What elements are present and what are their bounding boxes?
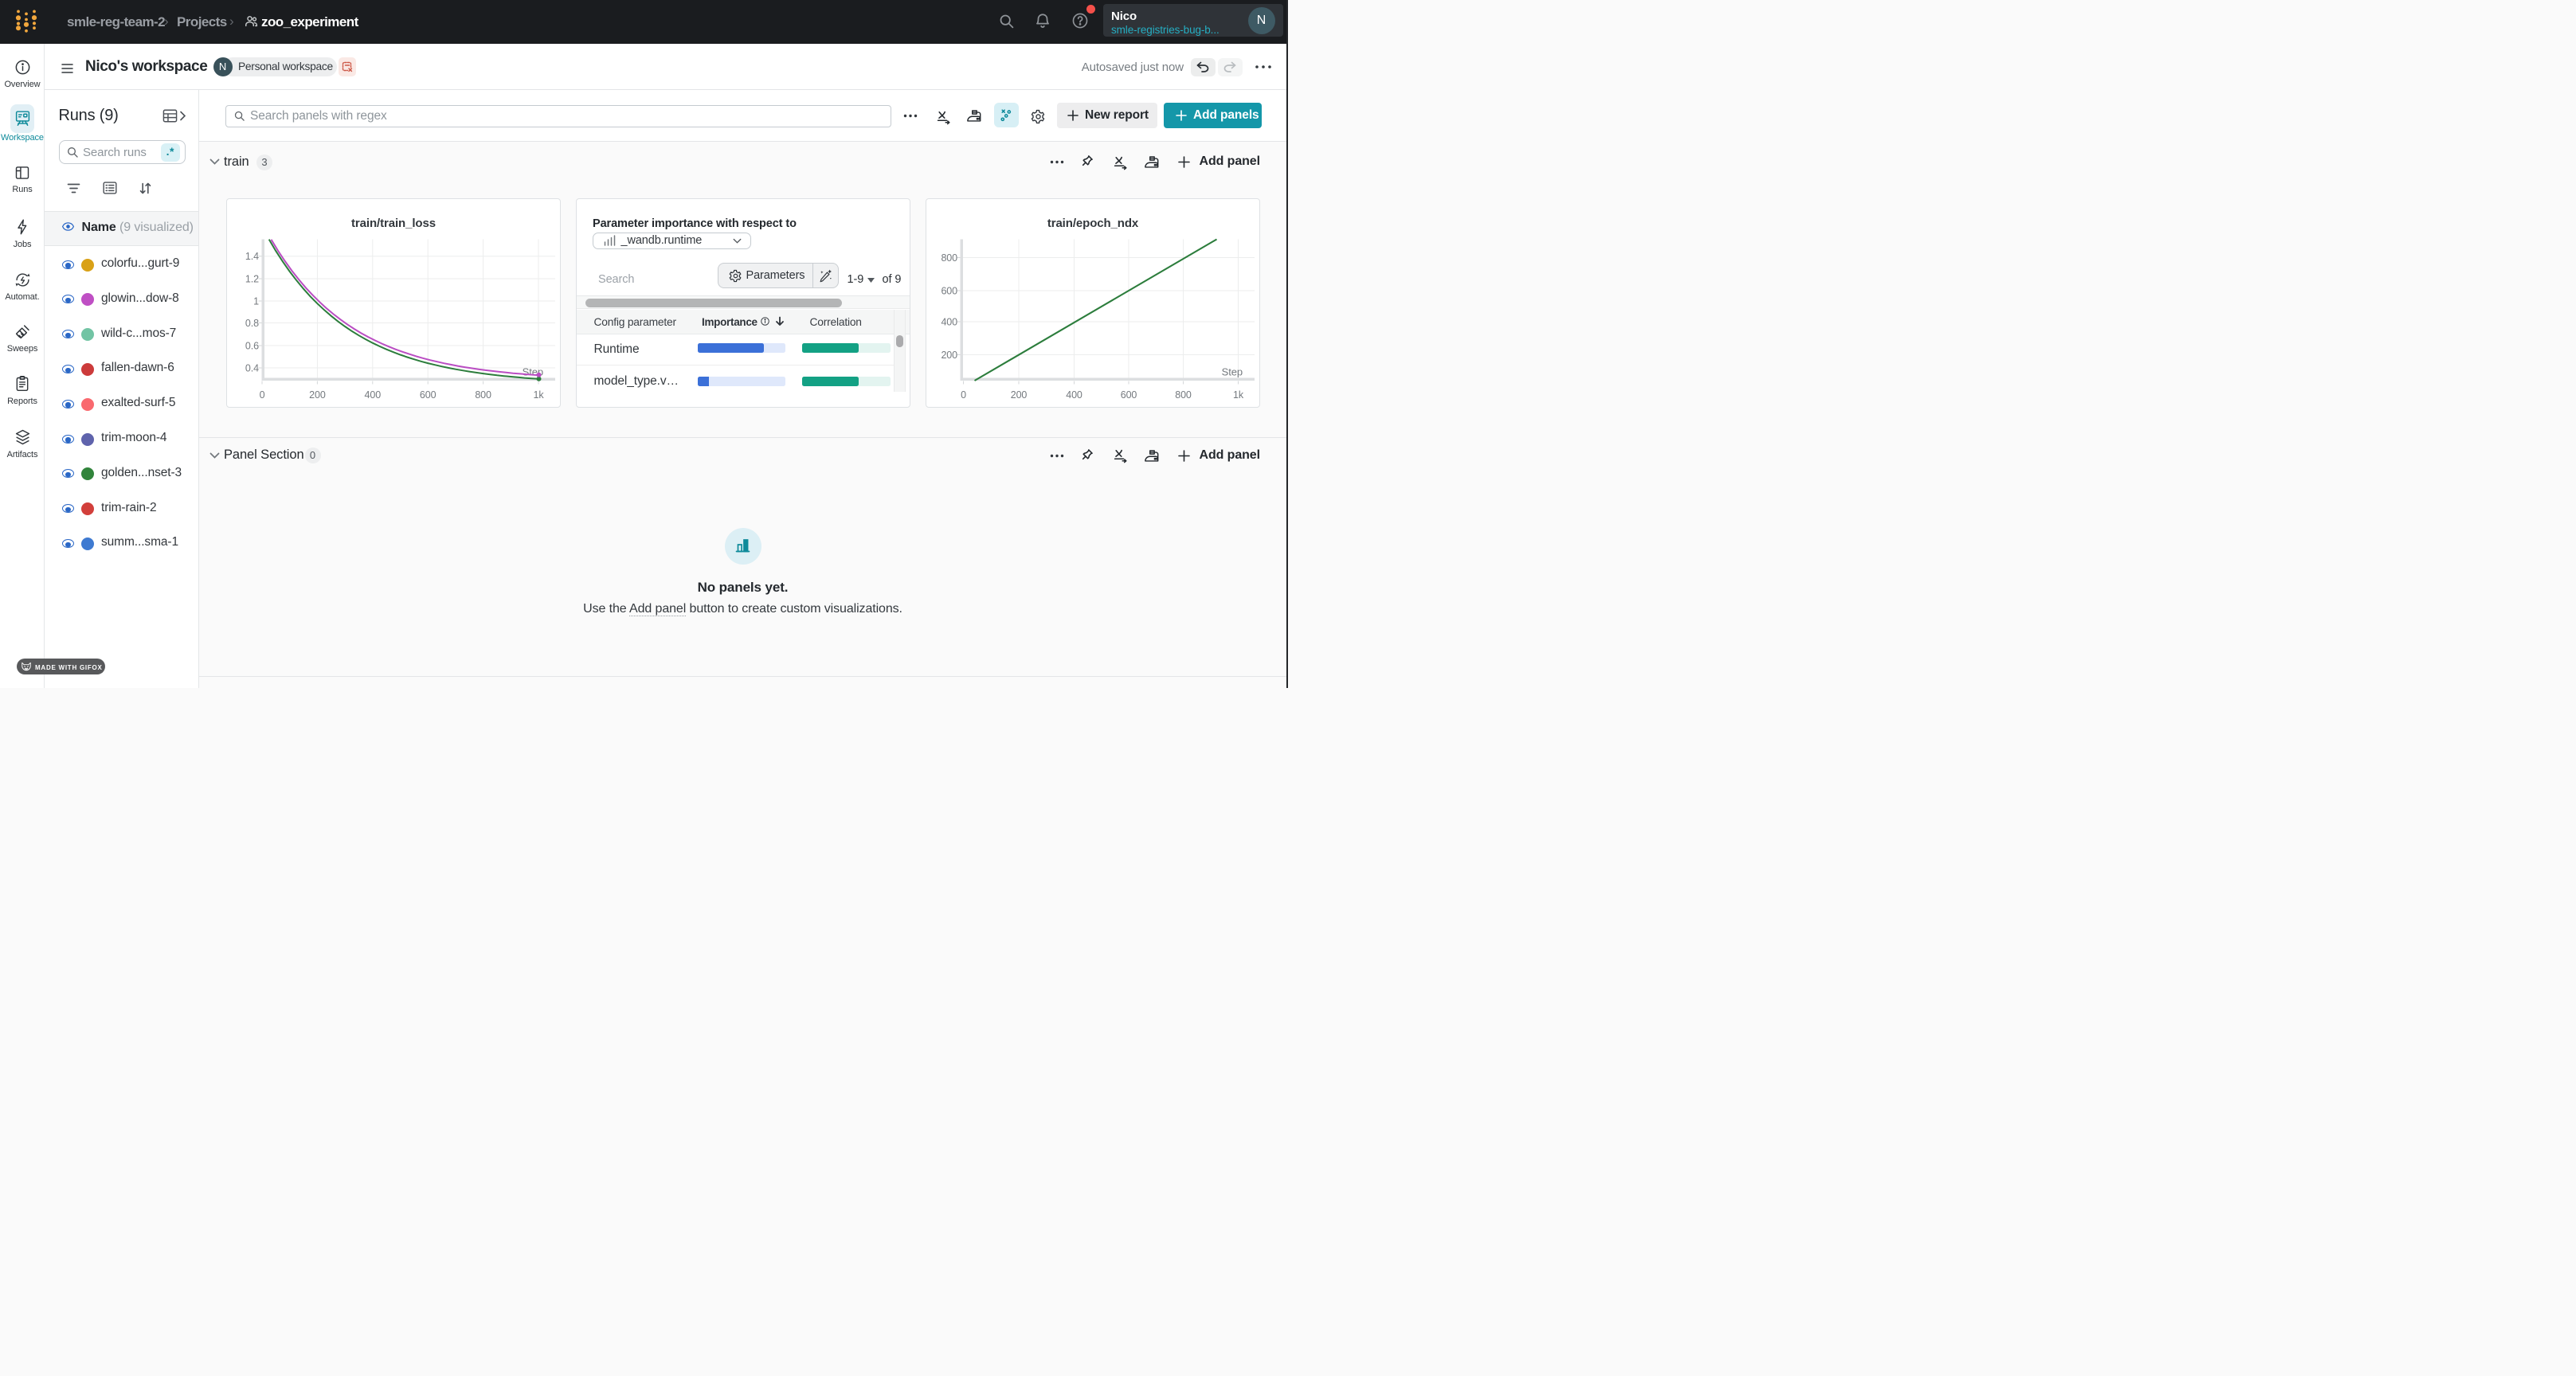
- svg-text:0.8: 0.8: [245, 318, 258, 329]
- svg-text:1k: 1k: [533, 389, 544, 401]
- svg-text:200: 200: [1010, 389, 1027, 401]
- svg-text:800: 800: [1175, 389, 1192, 401]
- svg-text:600: 600: [1120, 389, 1137, 401]
- svg-text:400: 400: [941, 316, 957, 327]
- svg-text:0: 0: [259, 389, 264, 401]
- svg-text:1.2: 1.2: [245, 273, 258, 284]
- svg-text:800: 800: [941, 252, 957, 264]
- svg-text:train/epoch_ndx: train/epoch_ndx: [1047, 217, 1138, 230]
- svg-text:800: 800: [475, 389, 491, 401]
- svg-text:200: 200: [941, 350, 957, 361]
- svg-text:0.6: 0.6: [245, 340, 258, 351]
- svg-text:1k: 1k: [1232, 389, 1243, 401]
- svg-text:train/train_loss: train/train_loss: [351, 217, 436, 230]
- svg-text:400: 400: [364, 389, 381, 401]
- svg-text:1: 1: [253, 295, 259, 307]
- svg-text:200: 200: [309, 389, 326, 401]
- svg-text:1.4: 1.4: [245, 251, 258, 262]
- svg-text:600: 600: [941, 285, 957, 296]
- svg-text:Step: Step: [1221, 366, 1242, 378]
- svg-text:600: 600: [419, 389, 436, 401]
- svg-text:400: 400: [1066, 389, 1082, 401]
- svg-text:0: 0: [961, 389, 966, 401]
- svg-text:0.4: 0.4: [245, 362, 258, 373]
